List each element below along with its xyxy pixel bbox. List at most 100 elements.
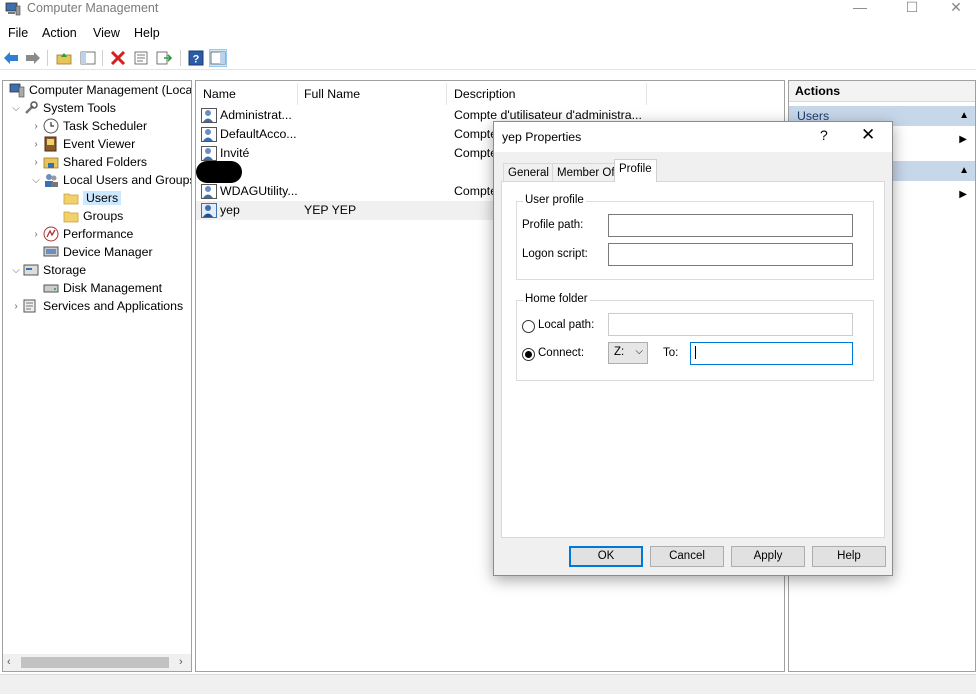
home-folder-path-input[interactable]: [690, 342, 853, 365]
tools-icon: [23, 100, 39, 116]
user-name: WDAGUtility...: [220, 184, 298, 198]
apply-button[interactable]: Apply: [731, 546, 805, 567]
more-actions-icon[interactable]: ▶: [959, 189, 967, 200]
tree-item-local-users-groups[interactable]: ⌵ Local Users and Groups: [29, 171, 191, 189]
collapse-up-icon[interactable]: ▲: [959, 165, 969, 176]
user-profile-group: User profile: [516, 194, 874, 280]
chevron-right-icon[interactable]: ›: [29, 229, 43, 240]
tree-label: Event Viewer: [63, 137, 136, 151]
properties-icon[interactable]: [132, 49, 150, 67]
chevron-right-icon[interactable]: ›: [29, 139, 43, 150]
tree-item-storage[interactable]: ⌵ Storage: [9, 261, 86, 279]
context-help-button[interactable]: ?: [820, 127, 828, 143]
clock-icon: [43, 118, 59, 134]
event-viewer-icon: [43, 136, 59, 152]
tree-label: Shared Folders: [63, 155, 148, 169]
tab-general[interactable]: General: [503, 163, 554, 182]
chevron-right-icon[interactable]: ›: [29, 121, 43, 132]
logon-script-label: Logon script:: [522, 248, 588, 260]
services-icon: [23, 298, 39, 314]
menu-action[interactable]: Action: [42, 26, 77, 40]
export-list-icon[interactable]: [155, 49, 173, 67]
tree-label: Performance: [63, 227, 134, 241]
logon-script-input[interactable]: [608, 243, 853, 266]
tree-item-shared-folders[interactable]: › Shared Folders: [29, 153, 147, 171]
ok-button[interactable]: OK: [569, 546, 643, 567]
drive-letter-value: Z:: [614, 346, 625, 358]
chevron-right-icon[interactable]: ›: [9, 301, 23, 312]
local-path-radio[interactable]: [522, 320, 535, 333]
tree-item-groups[interactable]: Groups: [49, 207, 123, 225]
user-icon: [201, 146, 217, 161]
chevron-right-icon[interactable]: ›: [29, 157, 43, 168]
local-path-label: Local path:: [538, 319, 595, 331]
close-window-button[interactable]: ✕: [934, 0, 976, 18]
tree-item-disk-management[interactable]: Disk Management: [29, 279, 162, 297]
drive-letter-select[interactable]: Z: ⌵: [608, 342, 648, 364]
tree-item-services-applications[interactable]: › Services and Applications: [9, 297, 183, 315]
scroll-left-icon[interactable]: ‹: [7, 656, 11, 668]
user-name: DefaultAcco...: [220, 127, 297, 141]
menu-help[interactable]: Help: [134, 26, 160, 40]
tree-item-device-manager[interactable]: Device Manager: [29, 243, 153, 261]
user-name: yep: [220, 203, 240, 217]
tree-item-users[interactable]: Users: [49, 189, 122, 207]
cancel-button[interactable]: Cancel: [650, 546, 724, 567]
device-manager-icon: [43, 244, 59, 260]
tree-horizontal-scrollbar[interactable]: ‹ ›: [3, 654, 191, 671]
action-pane-icon[interactable]: [209, 49, 227, 67]
column-header-full-name[interactable]: Full Name: [297, 83, 447, 105]
profile-path-input[interactable]: [608, 214, 853, 237]
forward-icon[interactable]: [24, 49, 42, 67]
chevron-down-icon[interactable]: ⌵: [9, 265, 23, 276]
dialog-close-button[interactable]: ✕: [861, 125, 875, 145]
user-description: Compte: [454, 184, 498, 198]
column-header-description[interactable]: Description: [447, 83, 647, 105]
title-bar: Computer Management — ☐ ✕: [0, 0, 976, 20]
tree-item-performance[interactable]: › Performance: [29, 225, 133, 243]
delete-icon[interactable]: [109, 49, 127, 67]
help-icon[interactable]: ?: [187, 49, 205, 67]
profile-tab-panel: User profile Profile path: Logon script:…: [501, 181, 885, 538]
user-description: Compte: [454, 127, 498, 141]
tree-item-task-scheduler[interactable]: › Task Scheduler: [29, 117, 147, 135]
more-actions-icon[interactable]: ▶: [959, 134, 967, 145]
maximize-button[interactable]: ☐: [890, 0, 934, 18]
tree-item-root[interactable]: Computer Management (Local: [9, 81, 191, 99]
redacted-row-mark: [196, 161, 242, 183]
chevron-down-icon[interactable]: ⌵: [9, 103, 23, 114]
menu-file[interactable]: File: [8, 26, 28, 40]
help-button[interactable]: Help: [812, 546, 886, 567]
tab-profile[interactable]: Profile: [614, 159, 657, 182]
tree-label: Storage: [43, 263, 87, 277]
tree-item-system-tools[interactable]: ⌵ System Tools: [9, 99, 116, 117]
svg-text:?: ?: [193, 54, 200, 66]
tab-member-of[interactable]: Member Of: [552, 163, 620, 182]
dialog-title: yep Properties: [502, 130, 582, 144]
tree-label: Users: [83, 191, 122, 205]
group-label: User profile: [523, 194, 586, 206]
column-header-name[interactable]: Name: [196, 83, 298, 105]
local-path-input[interactable]: [608, 313, 853, 336]
dialog-title-bar: yep Properties ? ✕: [494, 122, 892, 152]
up-folder-icon[interactable]: [55, 49, 73, 67]
back-icon[interactable]: [2, 49, 20, 67]
user-name: Administrat...: [220, 108, 292, 122]
toolbar-separator: [47, 50, 48, 66]
shared-folder-icon: [43, 154, 59, 170]
menu-view[interactable]: View: [93, 26, 120, 40]
user-icon: [201, 127, 217, 142]
show-hide-tree-icon[interactable]: [79, 49, 97, 67]
collapse-up-icon[interactable]: ▲: [959, 110, 969, 121]
toolbar-separator: [102, 50, 103, 66]
disk-icon: [43, 280, 59, 296]
scroll-right-icon[interactable]: ›: [179, 656, 183, 668]
scroll-thumb[interactable]: [21, 657, 169, 668]
minimize-button[interactable]: —: [838, 0, 882, 18]
chevron-down-icon[interactable]: ⌵: [29, 175, 43, 186]
connect-label: Connect:: [538, 347, 585, 359]
connect-radio[interactable]: [522, 348, 535, 361]
storage-icon: [23, 262, 39, 278]
tree-label: Disk Management: [63, 281, 163, 295]
tree-item-event-viewer[interactable]: › Event Viewer: [29, 135, 135, 153]
